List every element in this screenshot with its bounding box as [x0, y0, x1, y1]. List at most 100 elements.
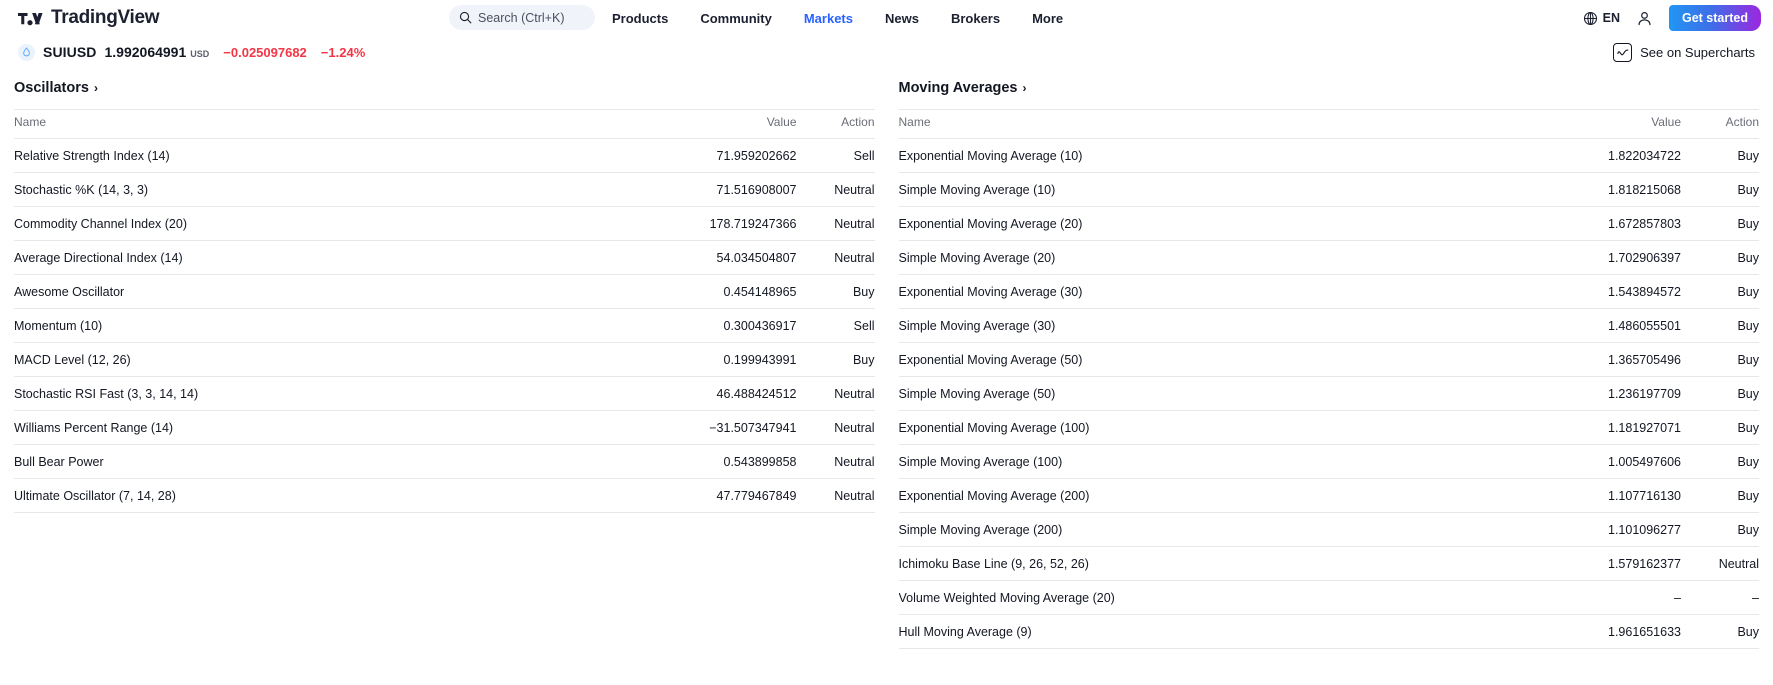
indicator-name[interactable]: Stochastic RSI Fast (3, 3, 14, 14)	[14, 376, 647, 411]
indicator-name[interactable]: Stochastic %K (14, 3, 3)	[14, 172, 647, 207]
indicator-action-badge: Neutral	[796, 478, 875, 513]
nav-item-products[interactable]: Products	[612, 11, 668, 26]
indicator-value: 1.672857803	[1531, 206, 1681, 241]
nav-item-community[interactable]: Community	[700, 11, 772, 26]
nav-item-more[interactable]: More	[1032, 11, 1063, 26]
oscillators-section-title[interactable]: Oscillators ›	[14, 68, 98, 109]
oscillators-table-body: Relative Strength Index (14) 71.959202662…	[14, 138, 875, 513]
indicator-name[interactable]: Momentum (10)	[14, 308, 647, 343]
table-row[interactable]: Simple Moving Average (100) 1.005497606 Bu…	[898, 444, 1759, 479]
indicator-action-badge: Neutral	[796, 376, 875, 411]
table-row[interactable]: Exponential Moving Average (100) 1.181927…	[898, 410, 1759, 445]
table-row[interactable]: Commodity Channel Index (20) 178.71924736…	[14, 206, 875, 241]
indicator-value: 0.543899858	[646, 444, 797, 479]
table-row[interactable]: Exponential Moving Average (20) 1.6728578…	[898, 206, 1759, 241]
table-row[interactable]: Momentum (10) 0.300436917 Sell	[14, 308, 875, 343]
moving-averages-section-title[interactable]: Moving Averages ›	[899, 68, 1027, 109]
indicator-name[interactable]: Simple Moving Average (200)	[898, 512, 1531, 547]
column-header-action: Action	[1681, 109, 1759, 139]
nav-item-brokers[interactable]: Brokers	[951, 11, 1000, 26]
indicator-action-badge: Neutral	[796, 444, 875, 479]
indicator-name[interactable]: Simple Moving Average (30)	[898, 308, 1531, 343]
symbol-price: 1.992064991	[104, 43, 187, 60]
indicator-value: 1.181927071	[1531, 410, 1681, 445]
search-placeholder: Search (Ctrl+K)	[478, 10, 565, 25]
table-row[interactable]: Awesome Oscillator 0.454148965 Buy	[14, 274, 875, 309]
sui-coin-icon	[18, 43, 35, 61]
table-row[interactable]: Hull Moving Average (9) 1.961651633 Buy	[898, 614, 1759, 649]
symbol-info[interactable]: SUIUSD 1.992064991 USD −0.025097682 −1.2…	[18, 43, 365, 61]
indicator-value: 54.034504807	[646, 240, 797, 275]
indicator-value: 1.961651633	[1531, 614, 1681, 649]
table-row[interactable]: Exponential Moving Average (10) 1.8220347…	[898, 138, 1759, 173]
indicator-name[interactable]: Simple Moving Average (50)	[898, 376, 1531, 411]
indicator-name[interactable]: Exponential Moving Average (10)	[898, 138, 1531, 173]
table-row[interactable]: Bull Bear Power 0.543899858 Neutral	[14, 444, 875, 479]
table-row[interactable]: Simple Moving Average (10) 1.818215068 Buy	[898, 172, 1759, 207]
indicator-value: 1.543894572	[1531, 274, 1681, 309]
table-row[interactable]: Simple Moving Average (50) 1.236197709 Buy	[898, 376, 1759, 411]
indicator-value: 1.365705496	[1531, 342, 1681, 377]
symbol-summary-bar: SUIUSD 1.992064991 USD −0.025097682 −1.2…	[0, 36, 1773, 68]
indicator-name[interactable]: Awesome Oscillator	[14, 274, 647, 309]
nav-item-news[interactable]: News	[885, 11, 919, 26]
table-row[interactable]: Ichimoku Base Line (9, 26, 52, 26) 1.5791…	[898, 546, 1759, 581]
oscillators-title-label: Oscillators	[14, 80, 89, 96]
column-header-action: Action	[796, 109, 875, 139]
get-started-button[interactable]: Get started	[1669, 5, 1761, 31]
search-input[interactable]: Search (Ctrl+K)	[449, 5, 595, 30]
indicator-name[interactable]: MACD Level (12, 26)	[14, 342, 647, 377]
indicator-name[interactable]: Average Directional Index (14)	[14, 240, 647, 275]
oscillators-table: Name Value Action Relative Strength Inde…	[14, 109, 875, 513]
indicator-name[interactable]: Exponential Moving Average (30)	[898, 274, 1531, 309]
indicator-name[interactable]: Simple Moving Average (10)	[898, 172, 1531, 207]
indicator-name[interactable]: Commodity Channel Index (20)	[14, 206, 647, 241]
chevron-right-icon: ›	[1022, 81, 1027, 95]
table-row[interactable]: Ultimate Oscillator (7, 14, 28) 47.779467…	[14, 478, 875, 513]
indicator-name[interactable]: Exponential Moving Average (100)	[898, 410, 1531, 445]
table-row[interactable]: Williams Percent Range (14) −31.507347941…	[14, 410, 875, 445]
language-selector[interactable]: EN	[1583, 11, 1620, 26]
indicator-name[interactable]: Exponential Moving Average (200)	[898, 478, 1531, 513]
table-row[interactable]: Stochastic %K (14, 3, 3) 71.516908007 Neut…	[14, 172, 875, 207]
indicator-value: 1.107716130	[1531, 478, 1681, 513]
indicator-name[interactable]: Williams Percent Range (14)	[14, 410, 647, 445]
oscillators-column: Oscillators › Name Value Action Relative…	[14, 68, 875, 649]
indicator-action-badge: Buy	[1681, 240, 1759, 275]
indicator-action-badge: Sell	[796, 308, 875, 343]
symbol-currency: USD	[190, 48, 210, 59]
indicator-action-badge: Buy	[796, 342, 875, 377]
column-header-name: Name	[14, 109, 647, 139]
nav-item-markets[interactable]: Markets	[804, 11, 853, 26]
nav-right-actions: EN Get started	[1583, 0, 1761, 36]
table-row[interactable]: Relative Strength Index (14) 71.959202662…	[14, 138, 875, 173]
table-row[interactable]: Exponential Moving Average (30) 1.5438945…	[898, 274, 1759, 309]
table-row[interactable]: Average Directional Index (14) 54.0345048…	[14, 240, 875, 275]
indicator-name[interactable]: Relative Strength Index (14)	[14, 138, 647, 173]
table-row[interactable]: MACD Level (12, 26) 0.199943991 Buy	[14, 342, 875, 377]
indicator-name[interactable]: Simple Moving Average (100)	[898, 444, 1531, 479]
indicator-name[interactable]: Exponential Moving Average (50)	[898, 342, 1531, 377]
indicator-name[interactable]: Ichimoku Base Line (9, 26, 52, 26)	[898, 546, 1531, 581]
indicator-name[interactable]: Volume Weighted Moving Average (20)	[898, 580, 1531, 615]
moving-averages-title-label: Moving Averages	[898, 80, 1018, 96]
table-row[interactable]: Exponential Moving Average (200) 1.107716…	[898, 478, 1759, 513]
indicator-value: 0.300436917	[646, 308, 797, 343]
user-avatar-icon[interactable]	[1636, 10, 1653, 27]
see-on-supercharts-link[interactable]: See on Supercharts	[1613, 42, 1755, 62]
table-row[interactable]: Stochastic RSI Fast (3, 3, 14, 14) 46.488…	[14, 376, 875, 411]
indicator-action-badge: –	[1681, 580, 1759, 615]
indicator-name[interactable]: Exponential Moving Average (20)	[898, 206, 1531, 241]
indicator-name[interactable]: Bull Bear Power	[14, 444, 647, 479]
table-row[interactable]: Simple Moving Average (30) 1.486055501 Buy	[898, 308, 1759, 343]
table-row[interactable]: Simple Moving Average (200) 1.101096277 Bu…	[898, 512, 1759, 547]
table-row[interactable]: Volume Weighted Moving Average (20) – –	[898, 580, 1759, 615]
indicator-action-badge: Neutral	[796, 410, 875, 445]
indicator-name[interactable]: Ultimate Oscillator (7, 14, 28)	[14, 478, 647, 513]
indicator-name[interactable]: Hull Moving Average (9)	[898, 614, 1531, 649]
tradingview-logo[interactable]: TradingView	[18, 7, 160, 29]
table-row[interactable]: Simple Moving Average (20) 1.702906397 Buy	[898, 240, 1759, 275]
indicator-name[interactable]: Simple Moving Average (20)	[898, 240, 1531, 275]
table-row[interactable]: Exponential Moving Average (50) 1.3657054…	[898, 342, 1759, 377]
indicator-action-badge: Buy	[1681, 206, 1759, 241]
